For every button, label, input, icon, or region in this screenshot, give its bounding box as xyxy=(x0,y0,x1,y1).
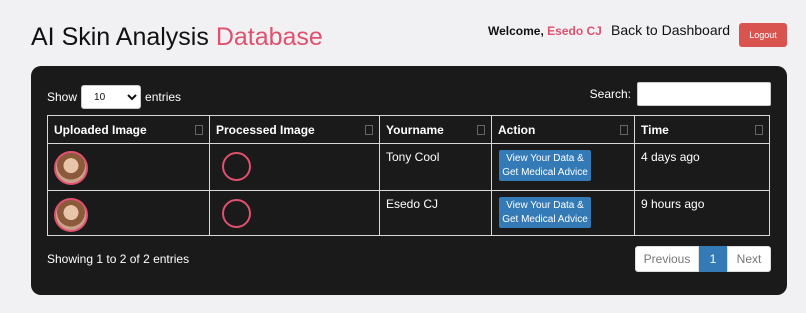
uploaded-face-image[interactable] xyxy=(54,198,88,232)
sort-icon xyxy=(620,125,628,135)
action-cell: View Your Data & Get Medical Advice xyxy=(491,143,635,191)
logout-button[interactable]: Logout xyxy=(739,23,787,47)
sort-icon xyxy=(195,125,203,135)
show-label: Show xyxy=(47,90,78,104)
sort-icon xyxy=(477,125,485,135)
page-title: AI Skin Analysis Database xyxy=(31,22,323,52)
column-label: Uploaded Image xyxy=(54,122,147,137)
uploaded-image-cell xyxy=(47,143,210,191)
search-control: Search: xyxy=(590,82,771,106)
title-main: AI Skin Analysis xyxy=(31,23,209,51)
back-to-dashboard-link[interactable]: Back to Dashboard xyxy=(611,22,730,38)
title-accent: Database xyxy=(215,23,323,51)
table-row: Tony Cool View Your Data & Get Medical A… xyxy=(47,143,770,191)
uploaded-face-image[interactable] xyxy=(54,151,88,185)
column-label: Processed Image xyxy=(216,122,315,137)
time-cell: 9 hours ago xyxy=(634,190,770,236)
page-1-button[interactable]: 1 xyxy=(699,246,727,272)
column-header-action[interactable]: Action xyxy=(491,115,635,144)
time-cell: 4 days ago xyxy=(634,143,770,191)
pagination: Previous 1 Next xyxy=(635,246,771,272)
column-header-yourname[interactable]: Yourname xyxy=(379,115,492,144)
action-cell: View Your Data & Get Medical Advice xyxy=(491,190,635,236)
previous-page-button[interactable]: Previous xyxy=(635,246,699,272)
yourname-cell: Tony Cool xyxy=(379,143,492,191)
column-header-uploaded-image[interactable]: Uploaded Image xyxy=(47,115,210,144)
uploaded-image-cell xyxy=(47,190,210,236)
page-length-control: Show 10 entries xyxy=(47,85,181,109)
next-page-button[interactable]: Next xyxy=(727,246,771,272)
welcome-message: Welcome, Esedo CJ xyxy=(488,24,602,38)
welcome-username: Esedo CJ xyxy=(547,24,602,38)
entries-label: entries xyxy=(145,90,182,104)
sort-icon xyxy=(755,125,763,135)
sort-icon xyxy=(365,125,373,135)
records-table: Uploaded Image Processed Image Yourname … xyxy=(47,115,770,236)
view-data-button[interactable]: View Your Data & Get Medical Advice xyxy=(499,150,591,181)
table-row: Esedo CJ View Your Data & Get Medical Ad… xyxy=(47,190,770,236)
page-length-select[interactable]: 10 xyxy=(81,85,142,109)
welcome-label: Welcome, xyxy=(488,24,544,38)
records-panel: Show 10 entries Search: Uploaded Image P… xyxy=(31,66,787,295)
column-header-processed-image[interactable]: Processed Image xyxy=(209,115,380,144)
column-label: Yourname xyxy=(386,122,444,137)
processed-image-placeholder[interactable] xyxy=(222,199,251,228)
view-data-button[interactable]: View Your Data & Get Medical Advice xyxy=(499,197,591,228)
search-input[interactable] xyxy=(637,82,771,106)
column-label: Action xyxy=(498,122,536,137)
processed-image-cell xyxy=(209,190,380,236)
table-info: Showing 1 to 2 of 2 entries xyxy=(47,252,190,266)
processed-image-cell xyxy=(209,143,380,191)
column-header-time[interactable]: Time xyxy=(634,115,770,144)
column-label: Time xyxy=(641,122,669,137)
table-header-row: Uploaded Image Processed Image Yourname … xyxy=(47,115,770,144)
yourname-cell: Esedo CJ xyxy=(379,190,492,236)
processed-image-placeholder[interactable] xyxy=(222,152,251,181)
search-label: Search: xyxy=(589,87,631,101)
